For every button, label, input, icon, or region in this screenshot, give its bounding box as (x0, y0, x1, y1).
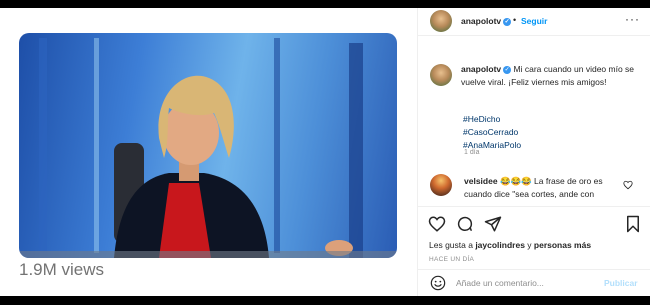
comment-input[interactable] (456, 273, 596, 293)
comment: velsidee 😂😂😂 La frase de oro es cuando d… (464, 175, 624, 201)
likes-summary: Les gusta a jaycolindres y personas más (429, 240, 591, 250)
follow-button[interactable]: Seguir (521, 16, 547, 26)
post-timestamp[interactable]: HACE UN DÍA (429, 256, 474, 263)
video-frame (19, 38, 397, 258)
letterbox-top (0, 0, 650, 8)
share-send-icon[interactable] (484, 215, 502, 233)
caption-avatar[interactable] (430, 64, 452, 86)
hashtag-link[interactable]: #CasoCerrado (463, 126, 643, 139)
action-bar: Les gusta a jaycolindres y personas más … (418, 206, 650, 296)
caption-timestamp[interactable]: 1 día (464, 149, 480, 156)
comment-avatar[interactable] (430, 174, 452, 196)
view-count: 1.9M views (19, 260, 105, 279)
comment-like-heart-icon[interactable] (623, 180, 633, 190)
avatar[interactable] (430, 10, 452, 32)
comment-username[interactable]: velsidee (464, 176, 498, 186)
comment-composer: Publicar (418, 269, 650, 295)
post-sidebar: anapolotv ✓ • Seguir ··· anapolotv ✓ Mi ca… (417, 8, 650, 296)
comment-bubble-icon[interactable] (456, 215, 474, 233)
video-player[interactable] (19, 33, 397, 258)
likes-middle: y (524, 240, 534, 250)
verified-badge-icon: ✓ (503, 17, 512, 26)
hashtag-list: #HeDicho #CasoCerrado #AnaMariaPolo (463, 113, 643, 152)
hashtag-link[interactable]: #AnaMariaPolo (463, 139, 643, 152)
hashtag-link[interactable]: #HeDicho (463, 113, 643, 126)
letterbox-bottom (0, 296, 650, 305)
username-text[interactable]: anapolotv (461, 16, 501, 26)
separator-dot: • (513, 15, 517, 25)
like-heart-icon[interactable] (428, 215, 446, 233)
likes-prefix: Les gusta a (429, 240, 476, 250)
post-header: anapolotv ✓ • Seguir ··· (418, 8, 650, 36)
emoji-icon[interactable] (430, 275, 446, 291)
verified-badge-icon: ✓ (503, 65, 512, 74)
media-panel: 1.9M views (0, 8, 417, 296)
caption: anapolotv ✓ Mi cara cuando un video mío s… (461, 63, 641, 89)
bookmark-save-icon[interactable] (624, 215, 642, 233)
likes-others-link[interactable]: personas más (534, 240, 591, 250)
publish-button[interactable]: Publicar (604, 278, 638, 288)
likes-user-link[interactable]: jaycolindres (475, 240, 525, 250)
more-horizontal-icon[interactable]: ··· (625, 12, 640, 26)
header-username[interactable]: anapolotv ✓ (461, 16, 512, 26)
caption-username[interactable]: anapolotv (461, 64, 501, 74)
